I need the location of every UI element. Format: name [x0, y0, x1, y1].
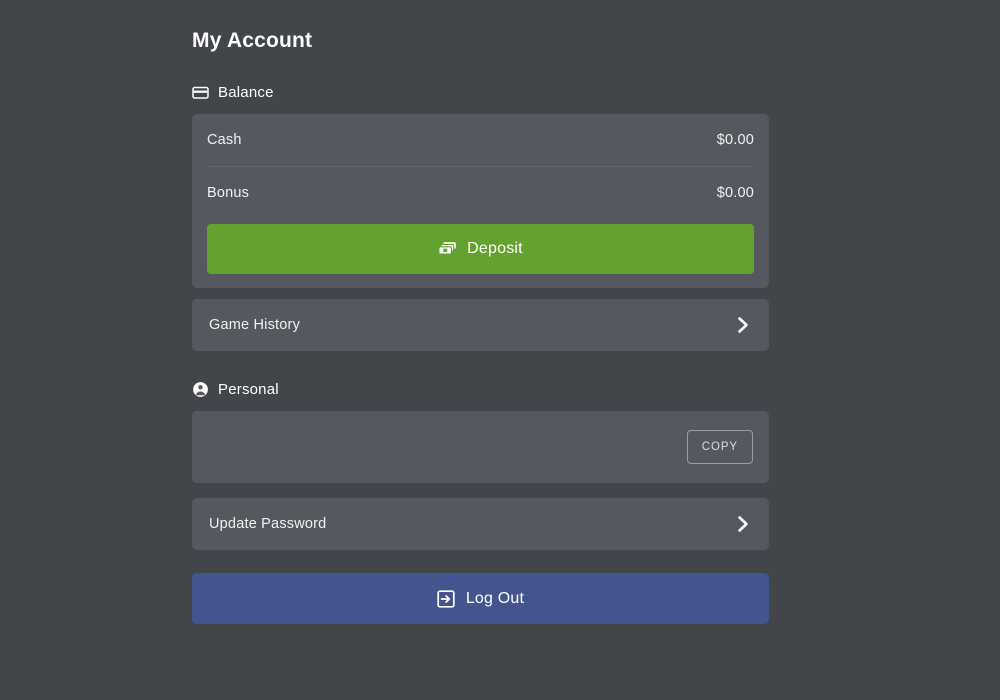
balance-row-bonus: Bonus $0.00: [207, 167, 754, 219]
personal-section-label: Personal: [218, 380, 279, 398]
balance-row-cash: Cash $0.00: [207, 114, 754, 167]
personal-section-header: Personal: [192, 378, 769, 400]
money-bills-icon: [438, 241, 457, 257]
balance-card: Cash $0.00 Bonus $0.00 Deposit: [192, 114, 769, 288]
user-circle-icon: [192, 381, 209, 398]
credit-card-icon: [192, 84, 209, 101]
bonus-value: $0.00: [716, 185, 754, 201]
logout-button-label: Log Out: [465, 589, 525, 607]
copy-button[interactable]: COPY: [686, 430, 753, 464]
balance-section-header: Balance: [192, 81, 769, 103]
chevron-right-icon: [734, 316, 752, 334]
game-history-row[interactable]: Game History: [192, 299, 769, 351]
referral-copy-card: COPY: [192, 411, 769, 483]
balance-section-label: Balance: [218, 83, 274, 101]
game-history-label: Game History: [209, 317, 301, 333]
sign-out-icon: [437, 589, 455, 608]
update-password-row[interactable]: Update Password: [192, 498, 769, 550]
account-page: My Account Balance Cash $0.00 Bonus $0.0…: [192, 0, 769, 700]
cash-value: $0.00: [716, 132, 754, 148]
chevron-right-icon: [734, 515, 752, 533]
cash-label: Cash: [207, 132, 242, 148]
deposit-button[interactable]: Deposit: [207, 224, 754, 274]
copy-field-input[interactable]: [209, 439, 687, 455]
bonus-label: Bonus: [207, 185, 250, 201]
logout-button[interactable]: Log Out: [192, 573, 769, 624]
update-password-card[interactable]: Update Password: [192, 498, 769, 550]
page-title: My Account: [192, 29, 313, 52]
game-history-card[interactable]: Game History: [192, 299, 769, 351]
deposit-button-label: Deposit: [467, 240, 523, 257]
update-password-label: Update Password: [209, 516, 327, 532]
